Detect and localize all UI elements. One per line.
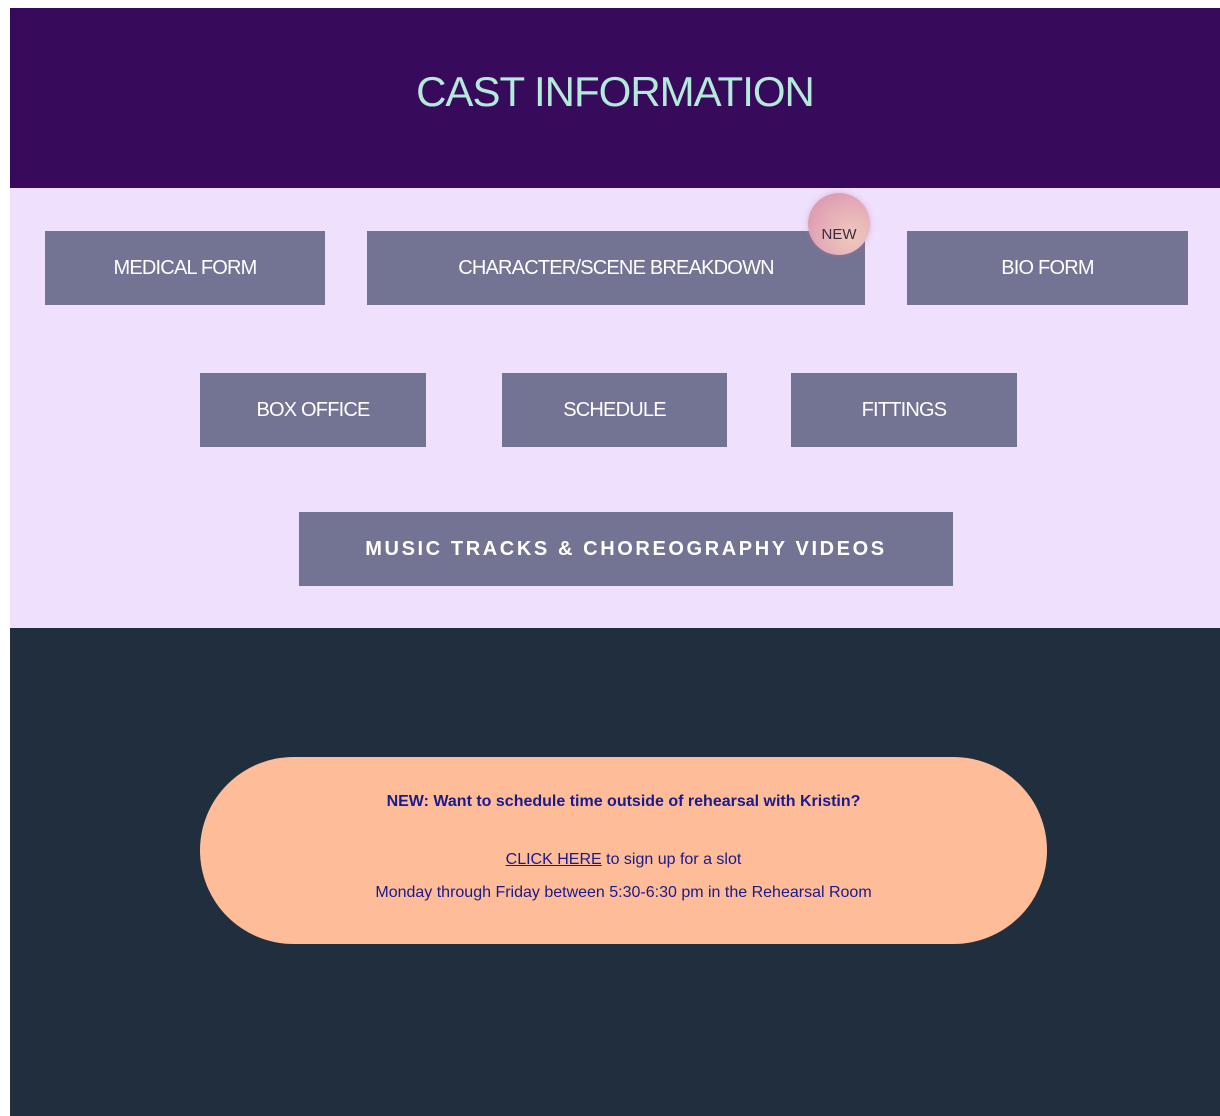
medical-form-label: MEDICAL FORM — [113, 256, 258, 279]
cast-information-page: CAST INFORMATION MEDICAL FORM CHARACTER/… — [10, 8, 1220, 1116]
announcement-details: Monday through Friday between 5:30-6:30 … — [375, 884, 872, 901]
character-scene-breakdown-button[interactable]: CHARACTER/SCENE BREAKDOWN — [367, 231, 865, 305]
signup-line: CLICK HERE to sign up for a slot — [200, 851, 1047, 869]
fittings-button[interactable]: FITTINGS — [791, 373, 1017, 447]
signup-suffix: to sign up for a slot — [601, 851, 742, 868]
character-scene-breakdown-label: CHARACTER/SCENE BREAKDOWN — [458, 256, 774, 279]
fittings-label: FITTINGS — [861, 398, 948, 421]
click-here-link[interactable]: CLICK HERE — [506, 851, 602, 868]
page-header: CAST INFORMATION — [10, 8, 1220, 188]
music-tracks-choreography-label: MUSIC TRACKS & CHOREOGRAPHY VIDEOS — [365, 537, 887, 560]
announcement-pill: NEW: Want to schedule time outside of re… — [200, 757, 1047, 944]
page-title: CAST INFORMATION — [416, 68, 815, 115]
music-tracks-choreography-button[interactable]: MUSIC TRACKS & CHOREOGRAPHY VIDEOS — [299, 512, 953, 586]
medical-form-button[interactable]: MEDICAL FORM — [45, 231, 325, 305]
box-office-button[interactable]: BOX OFFICE — [200, 373, 426, 447]
schedule-button[interactable]: SCHEDULE — [502, 373, 727, 447]
bio-form-button[interactable]: BIO FORM — [907, 231, 1188, 305]
box-office-label: BOX OFFICE — [256, 398, 370, 421]
new-badge: NEW — [808, 193, 870, 255]
schedule-label: SCHEDULE — [563, 398, 666, 421]
buttons-section: MEDICAL FORM CHARACTER/SCENE BREAKDOWN N… — [10, 188, 1220, 628]
bio-form-label: BIO FORM — [1001, 256, 1094, 279]
announcement-headline: NEW: Want to schedule time outside of re… — [386, 793, 861, 810]
announcement-section: NEW: Want to schedule time outside of re… — [10, 628, 1220, 1116]
new-badge-label: NEW — [821, 226, 857, 243]
